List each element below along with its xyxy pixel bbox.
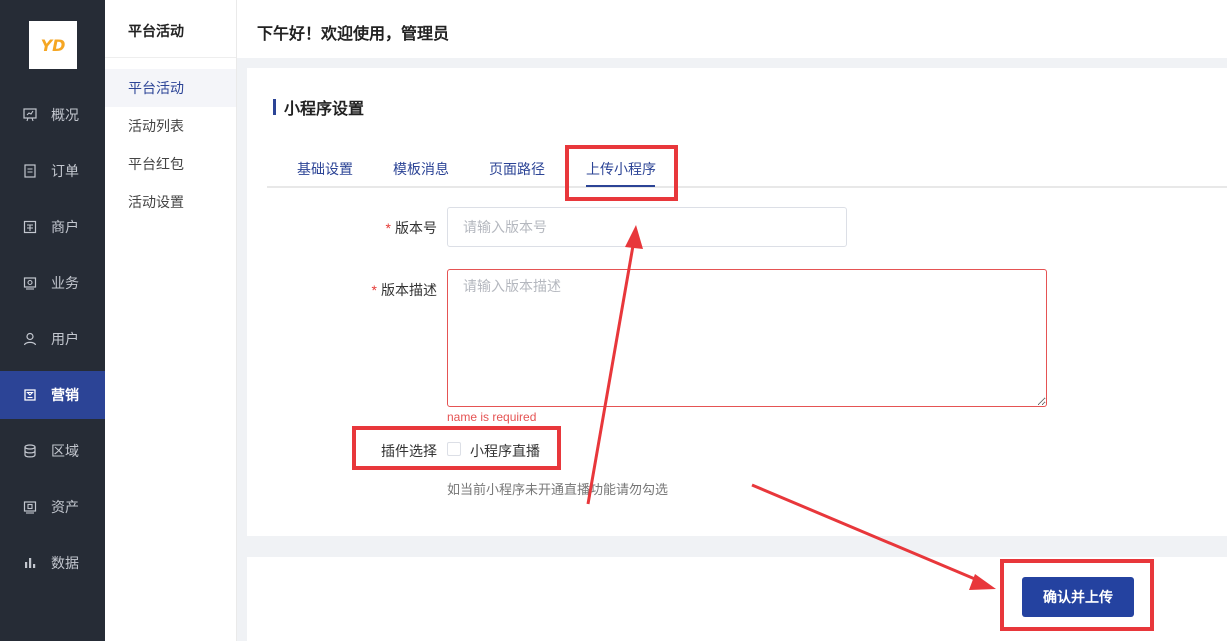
wallet-icon: [22, 499, 38, 515]
app-logo[interactable]: YD: [29, 21, 77, 69]
subnav-title: 平台活动: [128, 23, 184, 39]
greeting-text: 下午好！欢迎使用，管理员: [257, 26, 450, 43]
version-label: * 版本号: [367, 218, 437, 238]
nav-item-label: 业务: [51, 275, 79, 291]
required-mark: *: [371, 282, 377, 298]
sub-nav: 平台活动 平台活动 活动列表 平台红包 活动设置: [105, 0, 237, 641]
document-list-icon: [22, 163, 38, 179]
tab-bar: 基础设置 模板消息 页面路径 上传小程序: [267, 148, 1227, 188]
required-mark: *: [385, 220, 391, 236]
description-label: * 版本描述: [347, 280, 437, 300]
bar-chart-icon: [22, 555, 38, 571]
nav-item-assets[interactable]: 资产: [0, 483, 105, 531]
annotation-box-submit: [1000, 559, 1154, 631]
tab-template-message[interactable]: 模板消息: [393, 159, 449, 179]
database-icon: [22, 443, 38, 459]
title-accent-bar: [273, 99, 276, 115]
tag-icon: [22, 387, 38, 403]
subnav-item-red-packet[interactable]: 平台红包: [105, 145, 236, 183]
description-textarea[interactable]: [447, 269, 1047, 407]
nav-item-label: 用户: [51, 331, 79, 347]
description-error: name is required: [447, 410, 537, 424]
divider: [105, 57, 236, 58]
nav-item-label: 区域: [51, 443, 79, 459]
nav-item-label: 概况: [51, 107, 79, 123]
version-input[interactable]: [447, 207, 847, 247]
chart-board-icon: [22, 107, 38, 123]
nav-item-orders[interactable]: 订单: [0, 147, 105, 195]
tab-page-path[interactable]: 页面路径: [489, 159, 545, 179]
section-title: 小程序设置: [273, 98, 365, 118]
nav-item-label: 商户: [51, 219, 79, 235]
plugin-hint: 如当前小程序未开通直播功能请勿勾选: [447, 482, 669, 497]
subnav-item-activity-list[interactable]: 活动列表: [105, 107, 236, 145]
description-label-text: 版本描述: [381, 282, 437, 298]
nav-item-marketing[interactable]: 营销: [0, 371, 105, 419]
nav-item-data[interactable]: 数据: [0, 539, 105, 587]
nav-item-users[interactable]: 用户: [0, 315, 105, 363]
nav-item-label: 营销: [51, 387, 79, 403]
main-nav: YD 概况 订单 商户 业务 用户 营销 区域 资产 数据: [0, 0, 105, 641]
nav-item-label: 资产: [51, 499, 79, 515]
subnav-item-platform-activity[interactable]: 平台活动: [105, 69, 236, 107]
nav-item-business[interactable]: 业务: [0, 259, 105, 307]
subnav-item-activity-settings[interactable]: 活动设置: [105, 183, 236, 221]
section-title-text: 小程序设置: [284, 101, 365, 118]
nav-item-label: 数据: [51, 555, 79, 571]
tab-basic-settings[interactable]: 基础设置: [297, 159, 353, 179]
store-icon: [22, 219, 38, 235]
nav-item-overview[interactable]: 概况: [0, 91, 105, 139]
briefcase-icon: [22, 275, 38, 291]
version-label-text: 版本号: [395, 220, 437, 236]
top-header: 下午好！欢迎使用，管理员: [237, 0, 1227, 58]
nav-item-label: 订单: [51, 163, 79, 179]
user-icon: [22, 331, 38, 347]
annotation-box-upload-tab: [565, 145, 678, 201]
nav-item-region[interactable]: 区域: [0, 427, 105, 475]
annotation-box-plugin: [352, 426, 561, 470]
logo-text: YD: [40, 35, 66, 55]
nav-item-merchants[interactable]: 商户: [0, 203, 105, 251]
